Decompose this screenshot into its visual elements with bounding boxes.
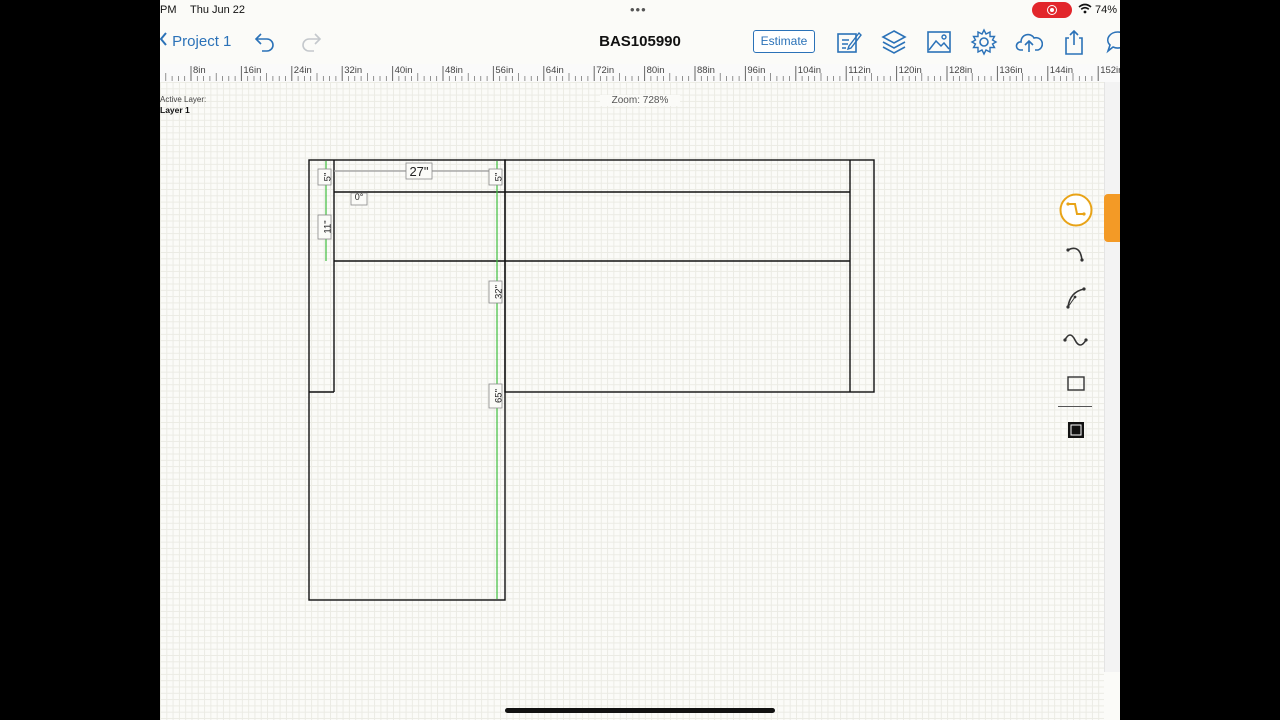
mid-depth-dimension-label: 32" [494,285,505,299]
home-indicator[interactable] [505,708,775,713]
chaise-section-outline[interactable] [308,159,506,601]
left-depth-dimension-label: 11" [323,220,334,233]
angle-dimension-label: 0° [355,192,364,202]
segment-tool-icon[interactable] [1055,192,1097,228]
right-top-dimension-label: 5" [494,173,505,182]
tool-separator [1058,406,1092,407]
rectangle-tool-icon[interactable] [1055,366,1097,402]
app-screen: PM Thu Jun 22 ••• 74% Project 1 BAS10599… [160,0,1120,720]
filled-rectangle-tool-icon[interactable] [1055,412,1097,448]
top-width-dimension-label: 27" [409,164,428,179]
drawing-layer: 5" 5" 11" 32" 65" 0° 27" [308,159,875,601]
side-panel-tab[interactable] [1104,194,1120,242]
left-top-dimension-label: 5" [323,173,334,182]
bezier-tool-icon[interactable] [1055,280,1097,316]
total-depth-dimension-label: 65" [494,389,505,403]
properties-side-panel[interactable] [1104,82,1120,672]
curve-tool-icon[interactable] [1055,322,1097,358]
arc-tool-icon[interactable] [1055,236,1097,272]
sofa-section-outline[interactable] [504,159,875,393]
